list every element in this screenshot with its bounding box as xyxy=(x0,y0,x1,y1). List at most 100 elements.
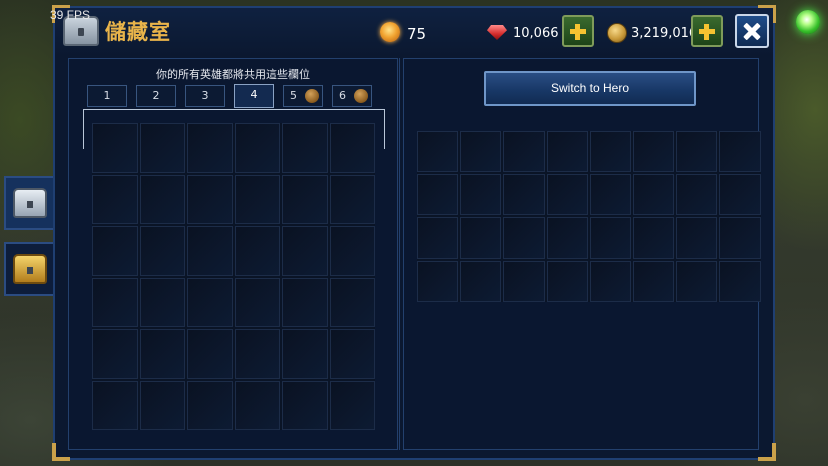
fps-counter: 39 FPS xyxy=(50,8,91,22)
storage-slot[interactable] xyxy=(139,380,185,430)
switch-to-hero-button[interactable]: Switch to Hero xyxy=(484,71,696,106)
inventory-slot[interactable] xyxy=(589,131,631,173)
inventory-slot[interactable] xyxy=(460,260,502,302)
tab-label: 4 xyxy=(250,88,258,101)
inventory-slot[interactable] xyxy=(676,260,718,302)
orb-count: 75 xyxy=(407,25,427,43)
storage-slot[interactable] xyxy=(139,174,185,224)
storage-slot[interactable] xyxy=(92,174,138,224)
storage-slot[interactable] xyxy=(282,329,328,379)
storage-slot[interactable] xyxy=(187,277,233,327)
storage-slot[interactable] xyxy=(282,174,328,224)
inventory-slot[interactable] xyxy=(460,131,502,173)
inventory-slot[interactable] xyxy=(503,174,545,216)
inventory-slot[interactable] xyxy=(719,174,761,216)
storage-slot[interactable] xyxy=(139,226,185,276)
storage-page-tab-1[interactable]: 1 xyxy=(87,85,127,107)
storage-page-tab-4[interactable]: 4 xyxy=(234,84,274,108)
storage-slot[interactable] xyxy=(234,277,280,327)
close-button[interactable] xyxy=(735,14,769,48)
inventory-slot[interactable] xyxy=(589,217,631,259)
shared-storage-grid xyxy=(92,123,375,430)
inventory-slot[interactable] xyxy=(676,217,718,259)
storage-slot[interactable] xyxy=(92,277,138,327)
storage-page-tab-2[interactable]: 2 xyxy=(136,85,176,107)
storage-slot[interactable] xyxy=(187,226,233,276)
storage-slot[interactable] xyxy=(92,380,138,430)
inventory-slot[interactable] xyxy=(719,217,761,259)
inventory-slot[interactable] xyxy=(546,131,588,173)
storage-slot[interactable] xyxy=(282,226,328,276)
hero-inventory-panel: Switch to Hero xyxy=(403,58,761,450)
inventory-slot[interactable] xyxy=(417,260,459,302)
inventory-slot[interactable] xyxy=(719,131,761,173)
storage-slot[interactable] xyxy=(92,226,138,276)
side-tab-storage[interactable] xyxy=(4,176,54,230)
page-title: 儲藏室 xyxy=(105,20,171,44)
storage-slot[interactable] xyxy=(282,123,328,173)
inventory-slot[interactable] xyxy=(589,260,631,302)
panel-divider xyxy=(399,58,400,450)
inventory-slot[interactable] xyxy=(503,217,545,259)
inventory-slot[interactable] xyxy=(676,174,718,216)
storage-page-tab-3[interactable]: 3 xyxy=(185,85,225,107)
inventory-slot[interactable] xyxy=(546,217,588,259)
inventory-slot[interactable] xyxy=(546,174,588,216)
tab-label: 5 xyxy=(290,89,297,102)
inventory-slot[interactable] xyxy=(417,217,459,259)
storage-slot[interactable] xyxy=(282,380,328,430)
storage-slot[interactable] xyxy=(139,123,185,173)
inventory-slot[interactable] xyxy=(546,260,588,302)
storage-slot[interactable] xyxy=(234,174,280,224)
storage-page-tab-5[interactable]: 5 xyxy=(283,85,323,107)
gold-count: 3,219,016 xyxy=(631,26,698,41)
storage-slot[interactable] xyxy=(329,123,375,173)
status-orb-icon xyxy=(796,10,820,34)
storage-slot[interactable] xyxy=(234,226,280,276)
inventory-slot[interactable] xyxy=(589,174,631,216)
storage-slot[interactable] xyxy=(282,277,328,327)
inventory-slot[interactable] xyxy=(460,217,502,259)
storage-slot[interactable] xyxy=(187,123,233,173)
storage-slot[interactable] xyxy=(139,329,185,379)
tab-label: 2 xyxy=(152,89,160,102)
storage-page-tab-6[interactable]: 6 xyxy=(332,85,372,107)
storage-slot[interactable] xyxy=(329,329,375,379)
storage-slot[interactable] xyxy=(234,329,280,379)
buy-gold-button[interactable] xyxy=(691,15,723,47)
storage-slot[interactable] xyxy=(92,123,138,173)
inventory-slot[interactable] xyxy=(632,217,675,259)
hero-inventory-grid xyxy=(417,131,761,302)
inventory-slot[interactable] xyxy=(417,131,459,173)
storage-slot[interactable] xyxy=(329,174,375,224)
storage-slot[interactable] xyxy=(92,329,138,379)
silver-chest-icon xyxy=(13,188,47,218)
tab-label: 3 xyxy=(201,89,209,102)
inventory-slot[interactable] xyxy=(676,131,718,173)
inventory-slot[interactable] xyxy=(417,174,459,216)
buy-gems-button[interactable] xyxy=(562,15,594,47)
inventory-slot[interactable] xyxy=(632,260,675,302)
locked-coin-icon xyxy=(354,89,368,103)
inventory-slot[interactable] xyxy=(632,174,675,216)
storage-slot[interactable] xyxy=(329,277,375,327)
shared-storage-panel: 你的所有英雄都將共用這些欄位 1 2 3 4 5 6 xyxy=(68,58,398,450)
storage-slot[interactable] xyxy=(329,380,375,430)
side-tab-hero-inventory[interactable] xyxy=(4,242,54,296)
storage-slot[interactable] xyxy=(329,226,375,276)
inventory-slot[interactable] xyxy=(719,260,761,302)
inventory-slot[interactable] xyxy=(503,131,545,173)
storage-window: 儲藏室 75 10,066 3,219,016 你的所有英雄都將共用這些欄位 1… xyxy=(52,5,776,461)
inventory-slot[interactable] xyxy=(503,260,545,302)
inventory-slot[interactable] xyxy=(632,131,675,173)
storage-slot[interactable] xyxy=(234,380,280,430)
storage-slot[interactable] xyxy=(234,123,280,173)
storage-slot[interactable] xyxy=(187,329,233,379)
inventory-slot[interactable] xyxy=(460,174,502,216)
orb-currency-icon xyxy=(380,22,400,42)
storage-slot[interactable] xyxy=(139,277,185,327)
storage-slot[interactable] xyxy=(187,380,233,430)
gold-chest-icon xyxy=(13,254,47,284)
gem-count: 10,066 xyxy=(513,26,559,41)
storage-slot[interactable] xyxy=(187,174,233,224)
